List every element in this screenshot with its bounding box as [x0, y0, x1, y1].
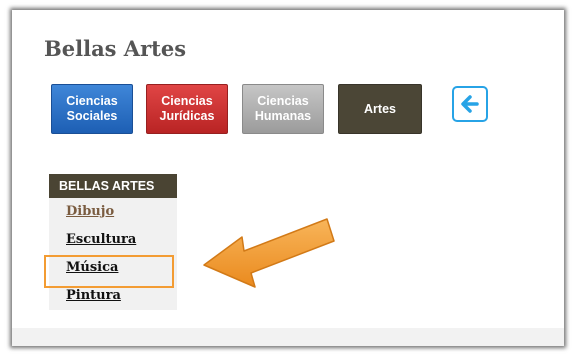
category-button-ciencias-sociales[interactable]: Ciencias Sociales	[51, 84, 133, 134]
back-button[interactable]	[452, 86, 488, 122]
category-button-label: Ciencias Jurídicas	[159, 94, 215, 123]
screenshot-frame: Bellas Artes Ciencias Sociales Ciencias …	[12, 10, 564, 346]
arrow-left-icon	[461, 95, 479, 113]
category-button-ciencias-juridicas[interactable]: Ciencias Jurídicas	[146, 84, 228, 134]
sidebar-item-pintura[interactable]: Pintura	[66, 288, 121, 303]
category-button-artes[interactable]: Artes	[338, 84, 422, 134]
category-button-label: Artes	[364, 101, 396, 116]
sidebar-heading: BELLAS ARTES	[49, 174, 177, 198]
category-button-label: Ciencias Humanas	[254, 94, 312, 123]
category-button-ciencias-humanas[interactable]: Ciencias Humanas	[242, 84, 324, 134]
page-title: Bellas Artes	[44, 36, 187, 61]
sidebar-menu: BELLAS ARTES Dibujo Escultura Música Pin…	[49, 174, 177, 310]
highlight-box	[44, 255, 174, 288]
sidebar-item-escultura[interactable]: Escultura	[66, 232, 136, 247]
pointer-arrow-icon	[203, 218, 335, 288]
sidebar-item-dibujo[interactable]: Dibujo	[66, 204, 114, 219]
footer-strip	[12, 328, 564, 346]
sidebar-list: Dibujo Escultura Música Pintura	[49, 198, 177, 310]
category-button-label: Ciencias Sociales	[66, 94, 118, 123]
